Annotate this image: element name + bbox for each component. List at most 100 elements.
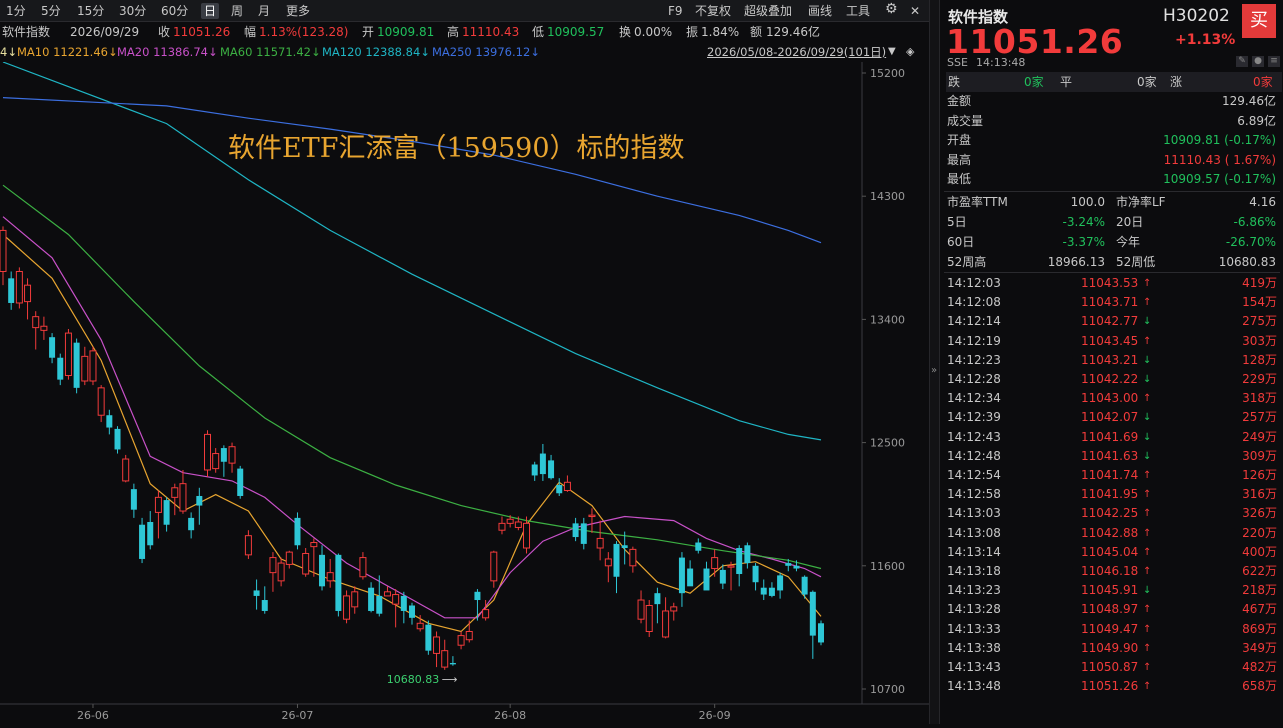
timeframe-5min[interactable]: 5分 (38, 3, 64, 19)
tick-row[interactable]: 14:12:54 11041.74 ↑ 126万 (944, 466, 1280, 485)
candle-body[interactable] (695, 542, 702, 551)
candle-body[interactable] (563, 481, 571, 492)
pin-icon[interactable]: ◈ (906, 42, 914, 62)
candle-body[interactable] (383, 591, 391, 597)
candle-body[interactable] (613, 543, 620, 577)
candle-body[interactable] (73, 342, 80, 388)
candle-body[interactable] (335, 554, 342, 611)
candle-body[interactable] (465, 631, 473, 641)
tick-row[interactable]: 14:12:14 11042.77 ↓ 275万 (944, 312, 1280, 331)
candle-body[interactable] (302, 552, 310, 575)
tick-row[interactable]: 14:12:28 11042.22 ↓ 229万 (944, 370, 1280, 389)
tick-row[interactable]: 14:12:34 11043.00 ↑ 318万 (944, 389, 1280, 408)
candle-body[interactable] (326, 572, 334, 582)
tick-row[interactable]: 14:12:58 11041.95 ↑ 316万 (944, 485, 1280, 504)
candle-body[interactable] (572, 523, 579, 538)
candle-body[interactable] (654, 593, 661, 605)
candle-body[interactable] (32, 316, 40, 329)
candle-body[interactable] (220, 448, 227, 462)
candle-body[interactable] (474, 591, 481, 601)
candle-body[interactable] (604, 558, 612, 567)
candle-body[interactable] (24, 284, 32, 303)
candle-body[interactable] (188, 517, 195, 531)
candle-body[interactable] (531, 464, 538, 476)
tick-row[interactable]: 14:13:38 11049.90 ↑ 349万 (944, 639, 1280, 658)
tick-row[interactable]: 14:12:48 11041.63 ↓ 309万 (944, 447, 1280, 466)
timeframe-60min[interactable]: 60分 (158, 3, 191, 19)
candle-body[interactable] (449, 662, 456, 665)
candle-body[interactable] (596, 537, 604, 549)
candle-body[interactable] (130, 489, 137, 510)
tick-row[interactable]: 14:13:28 11048.97 ↑ 467万 (944, 600, 1280, 619)
timeframe-day[interactable]: 日 (201, 3, 220, 19)
f9-button[interactable]: F9 (668, 3, 683, 19)
tick-row[interactable]: 14:12:23 11043.21 ↓ 128万 (944, 351, 1280, 370)
candle-body[interactable] (678, 557, 685, 594)
candle-body[interactable] (277, 562, 285, 582)
candle-body[interactable] (548, 460, 555, 479)
candle-body[interactable] (154, 496, 162, 513)
candle-body[interactable] (269, 557, 277, 574)
candle-body[interactable] (261, 600, 268, 611)
candle-body[interactable] (163, 500, 170, 525)
candle-body[interactable] (114, 428, 121, 450)
candle-body[interactable] (343, 595, 351, 620)
candle-body[interactable] (237, 468, 244, 496)
bell-icon[interactable]: ● (1252, 56, 1264, 67)
candle-body[interactable] (514, 521, 522, 528)
candle-body[interactable] (49, 337, 56, 358)
candle-body[interactable] (310, 542, 318, 548)
candle-body[interactable] (81, 355, 89, 382)
candle-body[interactable] (777, 575, 784, 591)
candle-body[interactable] (351, 591, 359, 608)
dropdown-icon[interactable]: ▼ (888, 42, 896, 62)
candle-body[interactable] (433, 636, 441, 654)
candle-body[interactable] (768, 587, 775, 596)
tick-row[interactable]: 14:13:33 11049.47 ↑ 869万 (944, 620, 1280, 639)
candle-body[interactable] (392, 594, 400, 605)
date-range-text[interactable]: 2026/05/08-2026/09/29(101日) (707, 42, 886, 62)
timeframe-1min[interactable]: 1分 (3, 3, 29, 19)
candle-body[interactable] (744, 545, 751, 564)
tick-row[interactable]: 14:13:48 11051.26 ↑ 658万 (944, 677, 1280, 696)
timeframe-week[interactable]: 周 (228, 3, 246, 19)
candle-body[interactable] (212, 453, 220, 470)
candle-body[interactable] (179, 483, 187, 512)
candle-body[interactable] (457, 635, 465, 646)
tick-row[interactable]: 14:12:08 11043.71 ↑ 154万 (944, 293, 1280, 312)
candle-body[interactable] (139, 524, 146, 559)
close-icon[interactable]: ✕ (910, 3, 920, 19)
panel-collapse-handle[interactable]: » (929, 0, 940, 724)
candle-body[interactable] (752, 565, 759, 583)
candle-body[interactable] (204, 433, 211, 471)
candle-body[interactable] (147, 521, 154, 546)
candle-body[interactable] (711, 557, 719, 570)
candle-body[interactable] (171, 487, 179, 498)
tick-row[interactable]: 14:13:18 11046.18 ↑ 622万 (944, 562, 1280, 581)
candle-body[interactable] (244, 535, 252, 556)
tick-row[interactable]: 14:13:43 11050.87 ↑ 482万 (944, 658, 1280, 677)
candle-body[interactable] (482, 609, 490, 619)
candle-body[interactable] (760, 587, 767, 595)
candle-body[interactable] (64, 332, 72, 377)
list-icon[interactable]: ≡ (1268, 56, 1280, 67)
timeframe-15min[interactable]: 15分 (74, 3, 107, 19)
candle-body[interactable] (8, 278, 15, 303)
candle-body[interactable] (637, 599, 645, 620)
tick-row[interactable]: 14:13:23 11045.91 ↓ 218万 (944, 581, 1280, 600)
kline-chart-svg[interactable]: 15200 14300 13400 12500 11600 10700 26-06 26-07… (0, 61, 932, 724)
candle-body[interactable] (89, 350, 97, 382)
candle-body[interactable] (425, 624, 432, 651)
candle-body[interactable] (785, 563, 792, 566)
candle-body[interactable] (15, 270, 23, 304)
candle-body[interactable] (670, 606, 678, 612)
candle-body[interactable] (629, 548, 637, 567)
chevron-right-icon[interactable]: » (931, 365, 937, 376)
timeframe-30min[interactable]: 30分 (116, 3, 149, 19)
candle-body[interactable] (801, 576, 808, 595)
candle-body[interactable] (57, 357, 64, 380)
tick-row[interactable]: 14:12:43 11041.69 ↓ 249万 (944, 428, 1280, 447)
candle-body[interactable] (588, 514, 596, 518)
candle-body[interactable] (687, 568, 694, 587)
candle-body[interactable] (645, 604, 653, 633)
